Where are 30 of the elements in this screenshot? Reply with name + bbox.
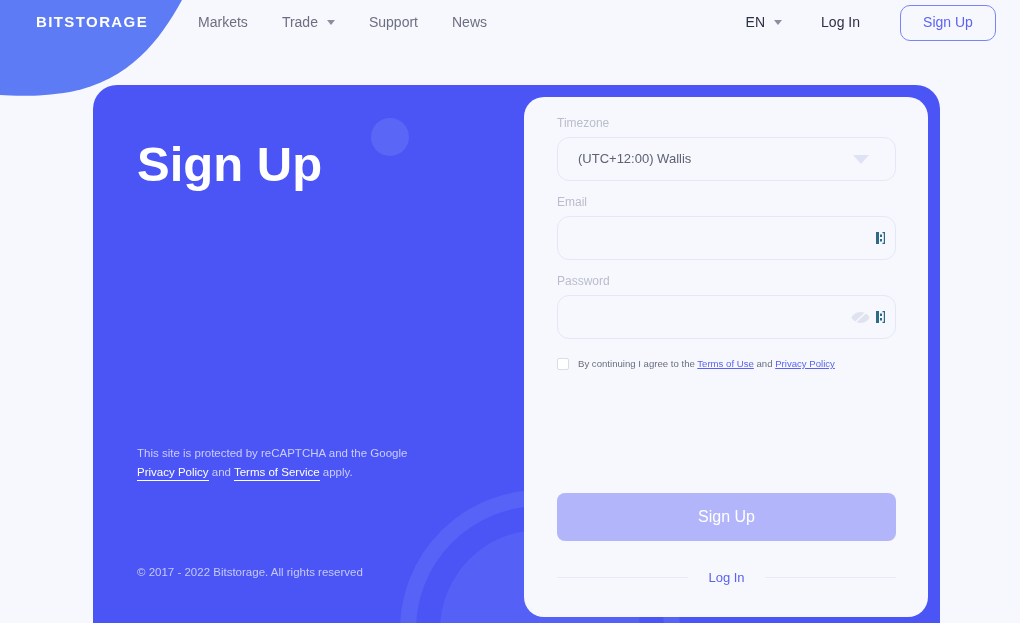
bars-icon xyxy=(876,232,885,244)
policy-link[interactable]: Privacy Policy xyxy=(775,358,835,369)
policy-link[interactable]: Terms of Use xyxy=(697,358,754,369)
policy-link[interactable]: Privacy Policy xyxy=(137,465,209,481)
field-label: Password xyxy=(557,274,610,288)
bars-icon xyxy=(876,311,885,323)
copyright-text: © 2017 - 2022 Bitstorage. All rights reserved xyxy=(137,564,363,580)
policy-link[interactable]: Terms of Service xyxy=(233,465,320,481)
logo[interactable]: BITSTORAGE xyxy=(36,11,149,34)
page-title: Sign Up xyxy=(137,136,323,193)
eye-slash-icon xyxy=(851,310,870,324)
email-field[interactable] xyxy=(557,216,896,260)
agree-checkbox[interactable] xyxy=(557,358,569,371)
language-selector[interactable]: EN xyxy=(745,12,783,33)
signup-button[interactable]: Sign Up xyxy=(900,4,996,41)
caret-icon xyxy=(853,154,869,164)
nav-link[interactable]: Markets xyxy=(198,12,248,33)
login-link[interactable]: Log In xyxy=(708,567,745,587)
agreement-text: By continuing I agree to the Terms of Use and Privacy Policy xyxy=(578,357,835,371)
login-link[interactable]: Log In xyxy=(821,12,860,33)
field-label: Timezone xyxy=(557,116,610,130)
caret-icon xyxy=(774,20,783,25)
nav-dropdown[interactable]: Trade xyxy=(281,12,335,33)
nav-link[interactable]: News xyxy=(452,12,487,33)
field-label: Email xyxy=(557,195,587,209)
timezone-select[interactable]: (UTC+12:00) Wallis xyxy=(557,137,896,181)
recaptcha-notice: This site is protected by reCAPTCHA and the Google Privacy Policy and Terms of Service apply. xyxy=(137,443,437,482)
caret-icon xyxy=(326,20,335,25)
password-field[interactable] xyxy=(557,295,896,339)
nav-link[interactable]: Support xyxy=(368,12,418,33)
